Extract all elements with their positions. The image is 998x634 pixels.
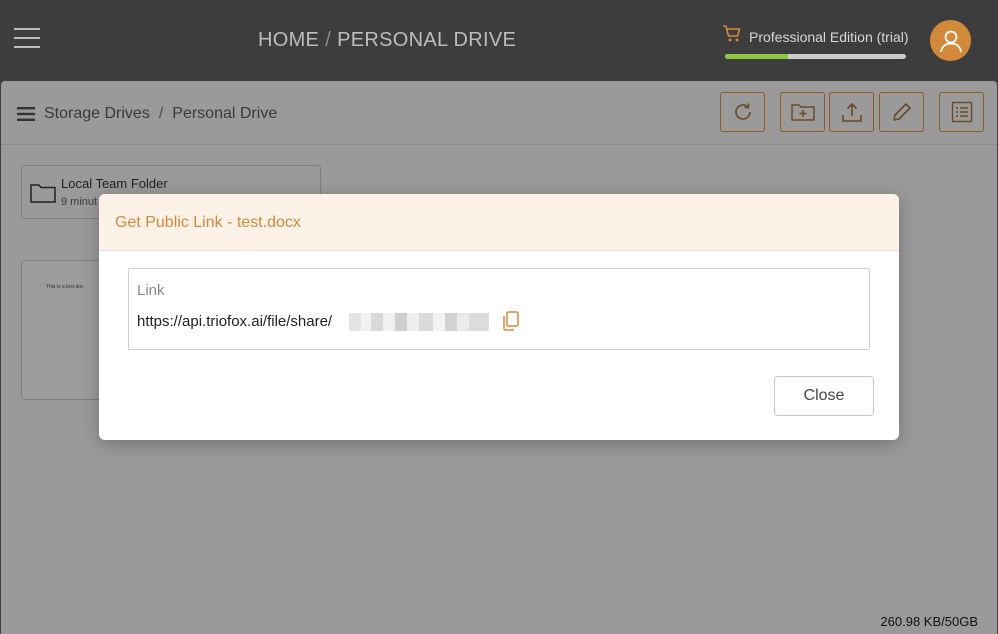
copy-link-button[interactable] [500, 310, 522, 332]
breadcrumb-home[interactable]: HOME [258, 29, 319, 51]
hamburger-menu-icon[interactable] [14, 28, 40, 48]
user-icon [939, 30, 962, 52]
refresh-button[interactable] [720, 92, 765, 132]
folder-modified: 9 minut [61, 196, 98, 208]
trial-progress-bar [725, 54, 906, 59]
pencil-icon [892, 103, 911, 121]
breadcrumb-personal-drive[interactable]: PERSONAL DRIVE [337, 29, 516, 51]
drive-breadcrumb: Storage Drives / Personal Drive [17, 105, 277, 123]
details-view-button[interactable] [939, 92, 984, 132]
storage-usage: 260.98 KB/50GB [880, 614, 978, 629]
breadcrumb-separator: / [158, 105, 164, 122]
breadcrumb-storage-drives[interactable]: Storage Drives [44, 105, 150, 123]
top-breadcrumb: HOME / PERSONAL DRIVE [258, 29, 516, 52]
dialog-title: Get Public Link - test.docx [115, 214, 301, 231]
edition-label: Professional Edition (trial) [749, 29, 909, 45]
redacted-token [349, 313, 489, 331]
new-folder-button[interactable] [780, 92, 825, 132]
top-bar: HOME / PERSONAL DRIVE Professional Edition… [0, 0, 998, 81]
file-item-test-docx[interactable]: This is a test doc [21, 260, 111, 400]
refresh-icon [734, 103, 751, 120]
dialog-header: Get Public Link - test.docx [99, 194, 899, 251]
trial-progress-fill [725, 54, 789, 59]
close-button[interactable]: Close [774, 376, 874, 416]
breadcrumb-separator: / [325, 29, 332, 51]
link-url[interactable]: https://api.triofox.ai/file/share/ [137, 313, 332, 330]
upload-button[interactable] [829, 92, 874, 132]
link-field: Link https://api.triofox.ai/file/share/ [128, 268, 870, 350]
document-thumbnail-text: This is a test doc [46, 284, 84, 290]
folder-icon [30, 184, 56, 203]
drive-toolbar: Storage Drives / Personal Drive [1, 81, 997, 145]
folder-name: Local Team Folder [61, 176, 168, 191]
user-avatar[interactable] [930, 20, 971, 61]
copy-icon [503, 311, 519, 331]
list-icon[interactable] [17, 106, 35, 122]
upload-icon [841, 102, 862, 122]
folder-plus-icon [790, 104, 815, 121]
link-label: Link [137, 282, 165, 299]
list-view-icon [951, 101, 972, 123]
edit-button[interactable] [879, 92, 924, 132]
breadcrumb-current-drive: Personal Drive [172, 105, 278, 122]
cart-icon [723, 25, 741, 42]
public-link-dialog: Get Public Link - test.docx Link https:/… [99, 194, 899, 440]
